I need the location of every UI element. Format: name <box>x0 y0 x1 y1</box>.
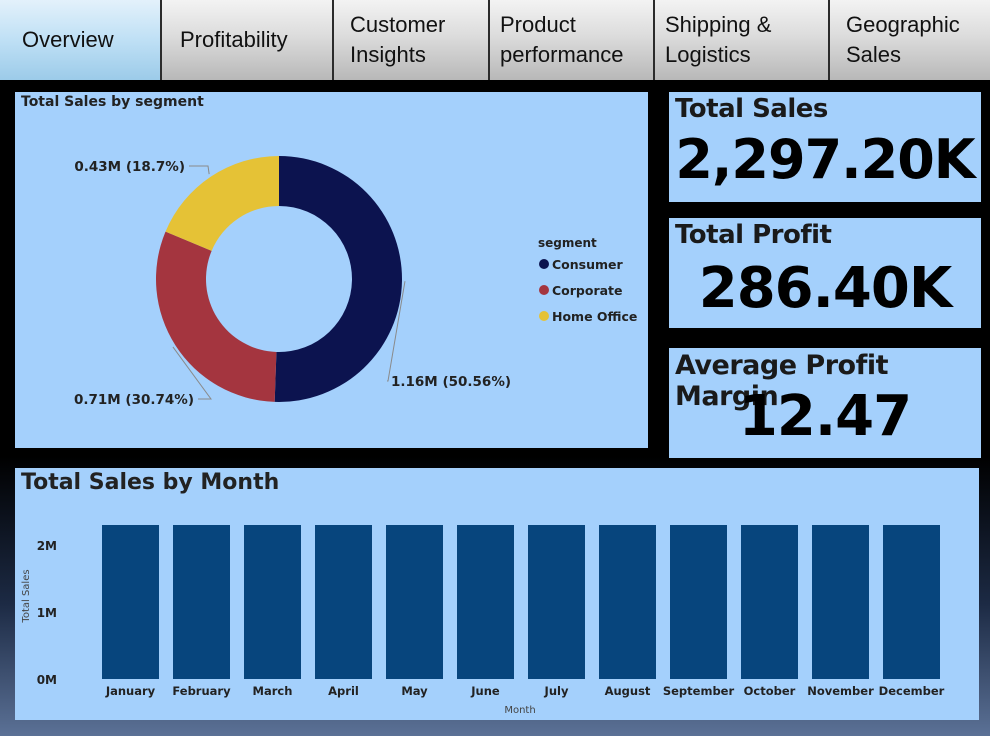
legend-title: segment <box>538 236 597 250</box>
donut-slice-corporate <box>156 231 277 402</box>
tab-label: Geographic Sales <box>846 12 960 67</box>
y-tick-label: 1M <box>37 606 57 620</box>
x-tick-label: March <box>253 684 293 698</box>
kpi-value: 286.40K <box>698 256 953 321</box>
x-tick-label: November <box>807 684 874 698</box>
legend-item-corporate: Corporate <box>552 283 623 298</box>
x-tick-label: September <box>663 684 735 698</box>
slice-data-label: 0.43M (18.7%) <box>74 159 185 175</box>
sales-by-segment-visual[interactable]: Total Sales by segment 1.16M (50.56%) 0.7… <box>15 92 648 448</box>
x-tick-label: December <box>879 684 945 698</box>
bar-december <box>883 525 940 679</box>
kpi-value: 2,297.20K <box>675 128 975 191</box>
slice-data-label: 0.71M (30.74%) <box>74 392 194 408</box>
legend-marker <box>539 259 549 269</box>
bar-november <box>812 525 869 679</box>
tab-label: Product performance <box>500 12 624 67</box>
x-tick-label: August <box>605 684 651 698</box>
donut-slice-consumer <box>274 156 403 402</box>
legend-marker <box>539 285 549 295</box>
kpi-card-total-profit[interactable]: Total Profit 286.40K <box>669 218 981 328</box>
sales-by-month-visual[interactable]: Total Sales by Month January February Marc… <box>15 468 979 720</box>
legend-marker <box>539 311 549 321</box>
bar-august <box>599 525 656 679</box>
x-tick-label: June <box>470 684 500 698</box>
leader-line <box>189 165 210 175</box>
y-tick-label: 2M <box>37 539 57 553</box>
legend-item-home-office: Home Office <box>552 309 637 324</box>
bar-chart: January February March April May June July Augu… <box>21 525 945 716</box>
tab-label: Profitability <box>180 27 288 52</box>
x-tick-label: February <box>172 684 231 698</box>
bar-april <box>315 525 372 679</box>
donut-chart: 1.16M (50.56%) 0.71M (30.74%) 0.43M (18.7%… <box>74 156 637 408</box>
bar-october <box>741 525 798 679</box>
kpi-card-average-profit-margin[interactable]: Average Profit Margin 12.47 <box>669 348 981 458</box>
kpi-title: Total Sales <box>675 94 828 124</box>
kpi-card-total-sales[interactable]: Total Sales 2,297.20K <box>669 92 981 202</box>
tab-customer-insights[interactable]: Customer Insights <box>334 0 490 80</box>
bar-january <box>102 525 159 679</box>
tab-overview[interactable]: Overview <box>0 0 162 80</box>
tab-geographic-sales[interactable]: Geographic Sales <box>830 0 990 80</box>
x-tick-label: April <box>328 684 359 698</box>
kpi-title: Total Profit <box>675 220 832 250</box>
x-tick-label: May <box>401 684 428 698</box>
tab-product-performance[interactable]: Product performance <box>490 0 655 80</box>
legend-item-consumer: Consumer <box>552 257 624 272</box>
x-tick-label: January <box>105 684 156 698</box>
tab-label: Overview <box>22 27 114 52</box>
bar-july <box>528 525 585 679</box>
bar-march <box>244 525 301 679</box>
tab-profitability[interactable]: Profitability <box>162 0 334 80</box>
x-tick-label: July <box>544 684 569 698</box>
bar-may <box>386 525 443 679</box>
bar-june <box>457 525 514 679</box>
kpi-value: 12.47 <box>738 384 912 449</box>
report-page-tabs: Overview Profitability Customer Insights… <box>0 0 990 80</box>
bar-september <box>670 525 727 679</box>
bar-february <box>173 525 230 679</box>
x-axis-label: Month <box>504 705 535 716</box>
tab-label: Shipping & Logistics <box>665 12 772 67</box>
x-tick-label: October <box>744 684 796 698</box>
tab-label: Customer Insights <box>350 12 446 67</box>
slice-data-label: 1.16M (50.56%) <box>391 374 511 390</box>
y-tick-label: 0M <box>37 673 57 687</box>
tab-shipping-logistics[interactable]: Shipping & Logistics <box>655 0 830 80</box>
y-axis-label: Total Sales <box>21 569 32 623</box>
